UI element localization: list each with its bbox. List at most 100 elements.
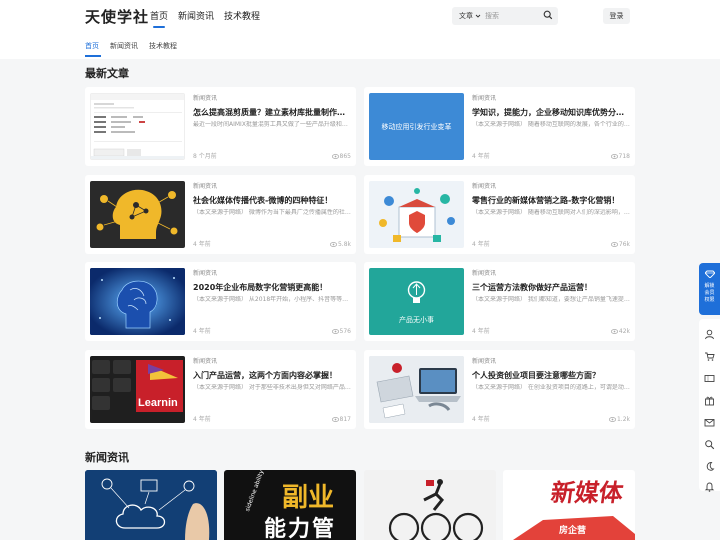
top-header: 天使学社 首页 新闻资讯 技术教程 文章 登录 首页 新闻资讯 技术教程: [0, 0, 720, 59]
news-image-headline: 副业: [282, 483, 335, 513]
nav-item-news[interactable]: 新闻资讯: [178, 11, 214, 23]
subnav-item-news[interactable]: 新闻资讯: [110, 41, 138, 51]
coupon-icon[interactable]: [704, 369, 715, 382]
article-excerpt: （本文来源于网络） 微博作为当下最具广泛传播属性的社…: [193, 209, 351, 216]
search-box: 文章: [452, 7, 558, 25]
article-excerpt: （本文来源于网络） 对于那些非技术出身但又对网络产品…: [193, 384, 351, 391]
article-card[interactable]: 新闻资讯 2020年企业布局数字化营销更高能！ （本文来源于网络） 从2018年…: [85, 262, 356, 341]
article-date: 4 年前: [472, 241, 490, 248]
chevron-down-icon: [475, 14, 481, 18]
sidebar-search-icon[interactable]: [704, 435, 715, 450]
article-views-count: 5.8k: [337, 241, 351, 248]
article-views: 5.8k: [329, 241, 351, 249]
article-card[interactable]: 移动应用引发行业变革 新闻资讯 学知识，提能力，企业移动知识库优势分析！ （本文…: [364, 87, 635, 166]
article-views-count: 718: [618, 153, 630, 160]
article-title[interactable]: 个人投资创业项目要注意哪些方面？: [472, 370, 630, 381]
thumbnail-caption: 产品无小事: [399, 316, 434, 324]
article-category[interactable]: 新闻资讯: [472, 270, 496, 278]
article-thumbnail: 产品无小事: [369, 268, 464, 335]
eye-icon: [329, 242, 338, 247]
subnav-active-underline: [85, 55, 101, 57]
article-category[interactable]: 新闻资讯: [193, 270, 217, 278]
news-image-subtext: sideline ability: [244, 470, 266, 513]
diamond-icon: [703, 270, 716, 279]
search-icon[interactable]: [543, 10, 553, 20]
article-title[interactable]: 学知识，提能力，企业移动知识库优势分析！: [472, 107, 630, 118]
article-category[interactable]: 新闻资讯: [472, 95, 496, 103]
mail-icon[interactable]: [704, 413, 715, 427]
eye-icon: [610, 154, 618, 159]
article-date: 4 年前: [193, 241, 211, 248]
search-type-select[interactable]: 文章: [459, 11, 481, 21]
article-excerpt: （本文来源于网络） 在创业投资项目的道路上，可谓是动…: [472, 384, 630, 391]
article-title[interactable]: 怎么提高混剪质量？建立素材库批量制作原创…: [193, 107, 351, 118]
article-views: 718: [610, 153, 630, 161]
eye-icon: [331, 329, 339, 334]
nav-item-tutorials[interactable]: 技术教程: [224, 11, 260, 23]
search-type-label: 文章: [459, 12, 473, 20]
article-date: 4 年前: [472, 153, 490, 160]
search-input[interactable]: [485, 9, 539, 23]
article-date: 4 年前: [193, 416, 211, 423]
article-card[interactable]: 新闻资讯 零售行业的新媒体营销之路-数字化营销！ （本文来源于网络） 随着移动互…: [364, 175, 635, 254]
article-views-count: 42k: [618, 328, 630, 335]
article-views: 865: [331, 153, 351, 161]
article-excerpt: 最近一段时间AIMIX批量混剪工具又做了一些产品升级和…: [193, 121, 348, 128]
article-excerpt: （本文来源于网络） 我们都知道，要想让产品销量飞速提…: [472, 296, 630, 303]
article-category[interactable]: 新闻资讯: [193, 183, 217, 191]
gift-icon[interactable]: [704, 391, 715, 406]
article-title[interactable]: 2020年企业布局数字化营销更高能！: [193, 282, 351, 293]
article-views: 42k: [610, 328, 630, 336]
article-card[interactable]: 新闻资讯 社会化媒体传播代表-微博的四种特征！ （本文来源于网络） 微博作为当下…: [85, 175, 356, 254]
article-card[interactable]: 新闻资讯 个人投资创业项目要注意哪些方面？ （本文来源于网络） 在创业投资项目的…: [364, 350, 635, 429]
article-thumbnail: [369, 356, 464, 423]
section-title-latest: 最新文章: [85, 67, 129, 80]
article-category[interactable]: 新闻资讯: [193, 95, 217, 103]
article-views-count: 76k: [618, 241, 630, 248]
site-logo[interactable]: 天使学社: [85, 7, 149, 27]
article-card[interactable]: 新闻资讯 怎么提高混剪质量？建立素材库批量制作原创… 最近一段时间AIMIX批量…: [85, 87, 356, 166]
moon-icon[interactable]: [704, 457, 715, 471]
news-card-image[interactable]: 新媒体 房企营: [503, 470, 635, 540]
section-title-news: 新闻资讯: [85, 451, 129, 464]
article-views: 817: [331, 416, 351, 424]
cart-icon[interactable]: [704, 347, 715, 361]
news-card-image[interactable]: [85, 470, 217, 540]
article-views: 76k: [610, 241, 630, 249]
article-category[interactable]: 新闻资讯: [472, 183, 496, 191]
article-thumbnail: 移动应用引发行业变革: [369, 93, 464, 160]
vip-unlock-button[interactable]: 解锁会员权限: [699, 263, 720, 315]
article-title[interactable]: 社会化媒体传播代表-微博的四种特征！: [193, 195, 351, 206]
article-date: 4 年前: [472, 416, 490, 423]
sub-nav: 首页 新闻资讯 技术教程: [85, 41, 177, 57]
article-title[interactable]: 三个运营方法教你做好产品运营！: [472, 282, 630, 293]
subnav-item-tutorials[interactable]: 技术教程: [149, 41, 177, 51]
article-card[interactable]: 产品无小事 新闻资讯 三个运营方法教你做好产品运营！ （本文来源于网络） 我们都…: [364, 262, 635, 341]
bell-icon[interactable]: [704, 477, 715, 492]
news-card-image[interactable]: [364, 470, 496, 540]
article-date: 4 年前: [193, 328, 211, 335]
article-date: 4 年前: [472, 328, 490, 335]
article-views-count: 817: [339, 416, 351, 423]
news-image-headline: 新媒体: [549, 479, 625, 507]
article-category[interactable]: 新闻资讯: [472, 358, 496, 366]
login-button[interactable]: 登录: [603, 8, 630, 24]
thumbnail-caption: 移动应用引发行业变革: [381, 123, 452, 131]
main-nav: 首页 新闻资讯 技术教程: [150, 11, 260, 28]
article-card[interactable]: Learnin 新闻资讯 入门产品运营，这两个方面内容必掌握！ （本文来源于网络…: [85, 350, 356, 429]
article-thumbnail: [90, 268, 185, 335]
eye-icon: [610, 329, 618, 334]
eye-icon: [331, 417, 339, 422]
article-title[interactable]: 入门产品运营，这两个方面内容必掌握！: [193, 370, 351, 381]
eye-icon: [331, 154, 339, 159]
subnav-item-home[interactable]: 首页: [85, 41, 99, 51]
article-excerpt: （本文来源于网络） 从2018年开始，小程序、抖音等等…: [193, 296, 349, 303]
news-card-image[interactable]: sideline ability 副业 能力管: [224, 470, 356, 540]
vip-unlock-label: 解锁会员权限: [704, 283, 715, 303]
user-icon[interactable]: [704, 325, 715, 340]
article-date: 8 个月前: [193, 153, 217, 160]
nav-item-home[interactable]: 首页: [150, 11, 168, 28]
article-title[interactable]: 零售行业的新媒体营销之路-数字化营销！: [472, 195, 630, 206]
article-views: 1.2k: [608, 416, 630, 424]
article-category[interactable]: 新闻资讯: [193, 358, 217, 366]
